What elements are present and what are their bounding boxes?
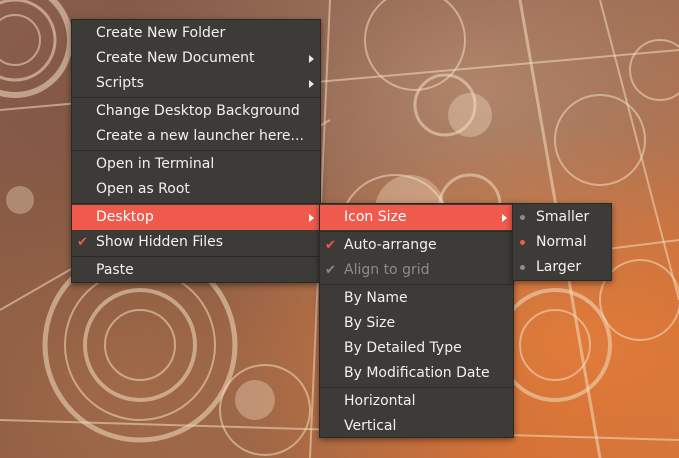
- menu-item-by-modification-date[interactable]: By Modification Date: [320, 361, 513, 386]
- menu-item-label: Horizontal: [344, 393, 416, 409]
- menu-item-label: By Name: [344, 290, 408, 306]
- menu-item-label: Paste: [96, 262, 134, 278]
- menu-item-create-new-document[interactable]: Create New Document: [72, 46, 320, 71]
- menu-item-label: Desktop: [96, 209, 154, 225]
- submenu-arrow-icon: [309, 214, 314, 222]
- submenu-arrow-icon: [502, 214, 507, 222]
- submenu-arrow-icon: [309, 80, 314, 88]
- menu-item-show-hidden-files[interactable]: ✔ Show Hidden Files: [72, 230, 320, 255]
- menu-item-change-desktop-background[interactable]: Change Desktop Background: [72, 99, 320, 124]
- checkmark-icon: ✔: [325, 263, 336, 278]
- menu-item-label: Scripts: [96, 75, 144, 91]
- menu-item-label: Open in Terminal: [96, 156, 215, 172]
- desktop-submenu: Icon Size ✔ Auto-arrange ✔ Align to grid…: [319, 203, 514, 438]
- menu-item-smaller[interactable]: Smaller: [513, 205, 611, 230]
- menu-separator: [72, 97, 320, 98]
- submenu-arrow-icon: [309, 55, 314, 63]
- menu-item-scripts[interactable]: Scripts: [72, 71, 320, 96]
- menu-item-icon-size[interactable]: Icon Size: [320, 205, 513, 230]
- menu-item-desktop[interactable]: Desktop: [72, 205, 320, 230]
- menu-separator: [320, 387, 513, 388]
- menu-item-label: Normal: [536, 234, 587, 250]
- menu-item-label: Create a new launcher here...: [96, 128, 304, 144]
- checkmark-icon: ✔: [325, 238, 336, 253]
- menu-item-create-new-folder[interactable]: Create New Folder: [72, 21, 320, 46]
- menu-item-horizontal[interactable]: Horizontal: [320, 389, 513, 414]
- menu-item-label: By Detailed Type: [344, 340, 462, 356]
- menu-item-align-to-grid: ✔ Align to grid: [320, 258, 513, 283]
- menu-item-label: Vertical: [344, 418, 397, 434]
- menu-item-create-launcher[interactable]: Create a new launcher here...: [72, 124, 320, 149]
- desktop-context-menu: Create New Folder Create New Document Sc…: [71, 19, 321, 283]
- menu-item-by-size[interactable]: By Size: [320, 311, 513, 336]
- radio-dot-icon: [520, 215, 525, 220]
- icon-size-submenu: Smaller Normal Larger: [512, 203, 612, 281]
- menu-item-by-name[interactable]: By Name: [320, 286, 513, 311]
- menu-item-vertical[interactable]: Vertical: [320, 414, 513, 439]
- menu-item-label: Smaller: [536, 209, 590, 225]
- menu-separator: [320, 284, 513, 285]
- menu-item-label: By Modification Date: [344, 365, 490, 381]
- menu-separator: [72, 203, 320, 204]
- menu-item-auto-arrange[interactable]: ✔ Auto-arrange: [320, 233, 513, 258]
- menu-item-normal[interactable]: Normal: [513, 230, 611, 255]
- menu-item-label: Align to grid: [344, 262, 430, 278]
- menu-item-open-as-root[interactable]: Open as Root: [72, 177, 320, 202]
- checkmark-icon: ✔: [77, 235, 88, 250]
- menu-item-by-detailed-type[interactable]: By Detailed Type: [320, 336, 513, 361]
- radio-dot-icon: [520, 265, 525, 270]
- menu-separator: [72, 150, 320, 151]
- menu-item-label: Auto-arrange: [344, 237, 437, 253]
- menu-item-paste[interactable]: Paste: [72, 258, 320, 283]
- menu-item-label: Icon Size: [344, 209, 407, 225]
- menu-item-open-in-terminal[interactable]: Open in Terminal: [72, 152, 320, 177]
- radio-selected-dot-icon: [520, 240, 525, 245]
- menu-separator: [320, 231, 513, 232]
- menu-item-label: Change Desktop Background: [96, 103, 300, 119]
- menu-item-label: Open as Root: [96, 181, 190, 197]
- menu-item-label: Create New Document: [96, 50, 255, 66]
- menu-separator: [72, 256, 320, 257]
- menu-item-label: Show Hidden Files: [96, 234, 224, 250]
- menu-item-label: Create New Folder: [96, 25, 226, 41]
- menu-item-larger[interactable]: Larger: [513, 255, 611, 280]
- menu-item-label: Larger: [536, 259, 582, 275]
- menu-item-label: By Size: [344, 315, 396, 331]
